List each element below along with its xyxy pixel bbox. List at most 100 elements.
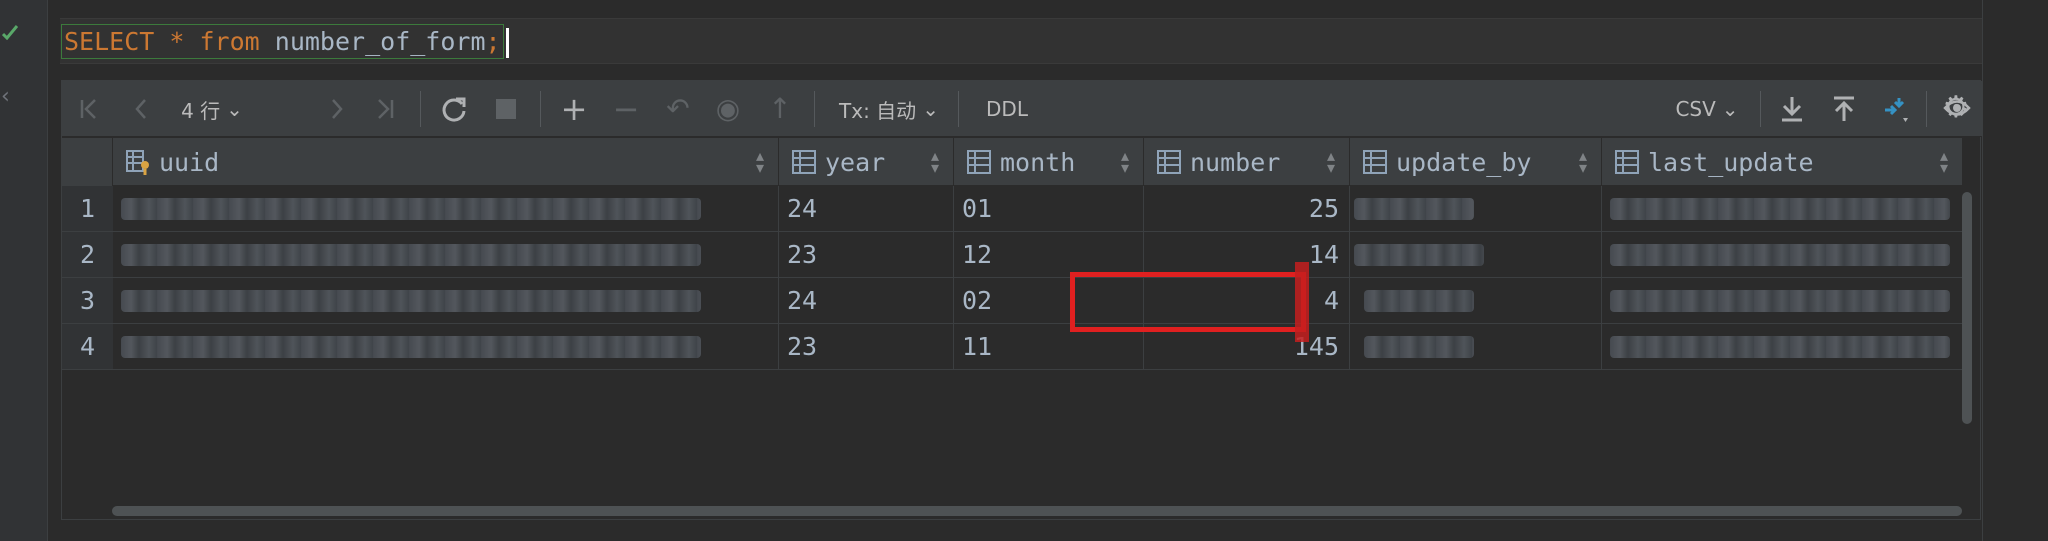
sql-keyword-from: from [199, 27, 260, 56]
minus-icon: − [612, 90, 640, 128]
row-number[interactable]: 2 [62, 232, 113, 278]
sql-statement[interactable]: SELECT * from number_of_form; [61, 22, 509, 62]
cell-update-by[interactable] [1350, 278, 1602, 324]
sql-keyword-select: SELECT [64, 27, 155, 56]
column-header-year[interactable]: year ▴ ▾ [779, 138, 954, 186]
sql-star: * [169, 27, 185, 56]
column-header-uuid[interactable]: uuid ▴ ▾ [113, 138, 779, 186]
primary-key-column-icon [126, 150, 149, 175]
transaction-mode-dropdown[interactable]: Tx: 自动 ⌄ [834, 81, 944, 137]
column-header-last-update[interactable]: last_update ▴ ▾ [1602, 138, 1962, 186]
cell-uuid[interactable] [113, 278, 779, 324]
export-format-dropdown[interactable]: CSV ⌄ [1662, 81, 1752, 137]
cell-number[interactable]: 25 [1144, 186, 1350, 232]
cell-update-by[interactable] [1350, 232, 1602, 278]
column-icon [1157, 150, 1181, 174]
chevron-down-icon: ⌄ [1721, 97, 1739, 121]
row-number[interactable]: 1 [62, 186, 113, 232]
red-highlight-box [1070, 272, 1306, 332]
checkmark-icon [2, 25, 18, 40]
refresh-button[interactable] [434, 81, 474, 137]
sql-table-name: number_of_form [274, 27, 486, 56]
undo-icon: ↶ [666, 92, 690, 125]
gear-icon: ⚙ [1942, 90, 1970, 125]
vertical-scrollbar[interactable] [1962, 192, 1972, 424]
upload-icon [1834, 96, 1854, 121]
sql-editor[interactable]: SELECT * from number_of_form; [48, 0, 1982, 74]
cell-uuid[interactable] [113, 324, 779, 370]
column-header-update-by[interactable]: update_by ▴ ▾ [1350, 138, 1602, 186]
export-format-label: CSV [1675, 97, 1716, 121]
red-highlight-marker [1295, 262, 1309, 342]
row-number[interactable]: 4 [62, 324, 113, 370]
cell-last-update[interactable] [1602, 186, 1962, 232]
column-header-month[interactable]: month ▴ ▾ [954, 138, 1144, 186]
redacted-value [121, 198, 701, 220]
cell-last-update[interactable] [1602, 278, 1962, 324]
delete-row-button[interactable]: − [606, 81, 646, 137]
right-editor-margin [1982, 0, 2048, 541]
import-button[interactable] [1824, 81, 1864, 137]
compare-arrows-icon [1885, 98, 1908, 122]
stop-button[interactable] [486, 81, 526, 137]
redacted-value [1364, 290, 1474, 312]
sort-icon[interactable]: ▴ ▾ [931, 148, 939, 176]
cell-uuid[interactable] [113, 232, 779, 278]
horizontal-scrollbar[interactable] [112, 506, 1962, 516]
stop-icon [496, 99, 516, 119]
column-header-number[interactable]: number ▴ ▾ [1144, 138, 1350, 186]
cell-year[interactable]: 23 [779, 324, 954, 370]
redacted-value [1354, 244, 1484, 266]
redacted-value [1610, 290, 1950, 312]
revert-button[interactable]: ↶ [658, 81, 698, 137]
sort-icon[interactable]: ▴ ▾ [1940, 148, 1948, 176]
previous-page-button[interactable] [124, 81, 158, 137]
submit-button[interactable]: ↑ [760, 81, 800, 137]
cell-last-update[interactable] [1602, 232, 1962, 278]
last-page-button[interactable] [368, 81, 402, 137]
sort-icon[interactable]: ▴ ▾ [1579, 148, 1587, 176]
cell-last-update[interactable] [1602, 324, 1962, 370]
redacted-value [1610, 198, 1950, 220]
ddl-button[interactable]: DDL [972, 81, 1042, 137]
toolbar-separator [540, 91, 541, 127]
export-button[interactable] [1772, 81, 1812, 137]
sort-icon[interactable]: ▴ ▾ [1121, 148, 1129, 176]
plus-icon: + [560, 90, 588, 128]
column-name: last_update [1648, 147, 1814, 177]
cell-year[interactable]: 24 [779, 186, 954, 232]
row-count-label: 4 行 [181, 98, 221, 123]
text-cursor [505, 28, 509, 58]
first-page-button[interactable] [72, 81, 106, 137]
redacted-value [1610, 244, 1950, 266]
chevron-left-icon[interactable]: ‹ [1, 84, 10, 109]
sql-semicolon: ; [485, 27, 501, 56]
add-row-button[interactable]: + [554, 81, 594, 137]
toolbar-separator [1760, 91, 1761, 127]
cell-year[interactable]: 23 [779, 232, 954, 278]
cell-update-by[interactable] [1350, 324, 1602, 370]
toolbar-separator [1926, 91, 1927, 127]
editor-gutter: ‹ [0, 0, 48, 541]
settings-button[interactable]: ⚙ [1936, 88, 1976, 128]
redacted-value [121, 244, 701, 266]
column-name: month [1000, 147, 1076, 177]
sort-icon[interactable]: ▴ ▾ [756, 148, 764, 176]
next-page-button[interactable] [320, 81, 354, 137]
preview-changes-button[interactable]: ◉ [708, 81, 748, 137]
results-toolbar: 4 行 ⌄ + − ↶ ◉ ↑ Tx: 自动 ⌄ DDL CSV ⌄ [62, 81, 1982, 137]
sort-icon[interactable]: ▴ ▾ [1327, 148, 1335, 176]
refresh-icon [442, 97, 466, 122]
row-number-header [62, 138, 113, 186]
row-count-dropdown[interactable]: 4 行 ⌄ [172, 81, 252, 137]
row-number[interactable]: 3 [62, 278, 113, 324]
cell-uuid[interactable] [113, 186, 779, 232]
column-name: year [825, 147, 886, 177]
cell-year[interactable]: 24 [779, 278, 954, 324]
cell-month[interactable]: 01 [954, 186, 1144, 232]
download-icon [1782, 97, 1802, 122]
compare-button[interactable] [1876, 81, 1916, 137]
column-icon [1615, 150, 1639, 174]
redacted-value [1610, 336, 1950, 358]
cell-update-by[interactable] [1350, 186, 1602, 232]
